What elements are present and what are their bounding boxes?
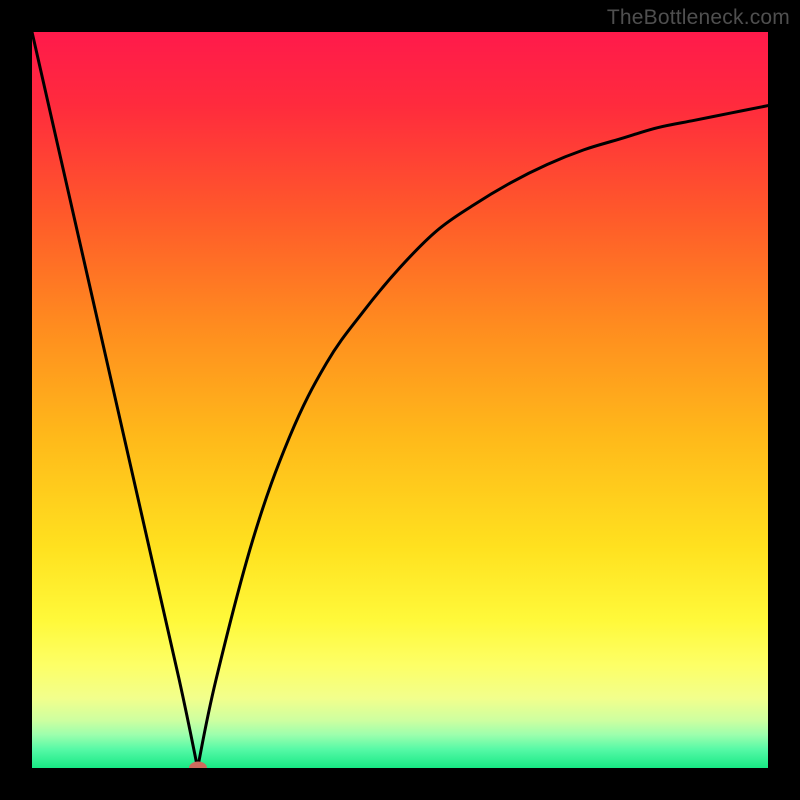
optimal-marker [189,762,207,769]
bottleneck-curve [32,32,768,768]
watermark-text: TheBottleneck.com [607,6,790,30]
plot-area [32,32,768,768]
curve-layer [32,32,768,768]
chart-frame: TheBottleneck.com [0,0,800,800]
